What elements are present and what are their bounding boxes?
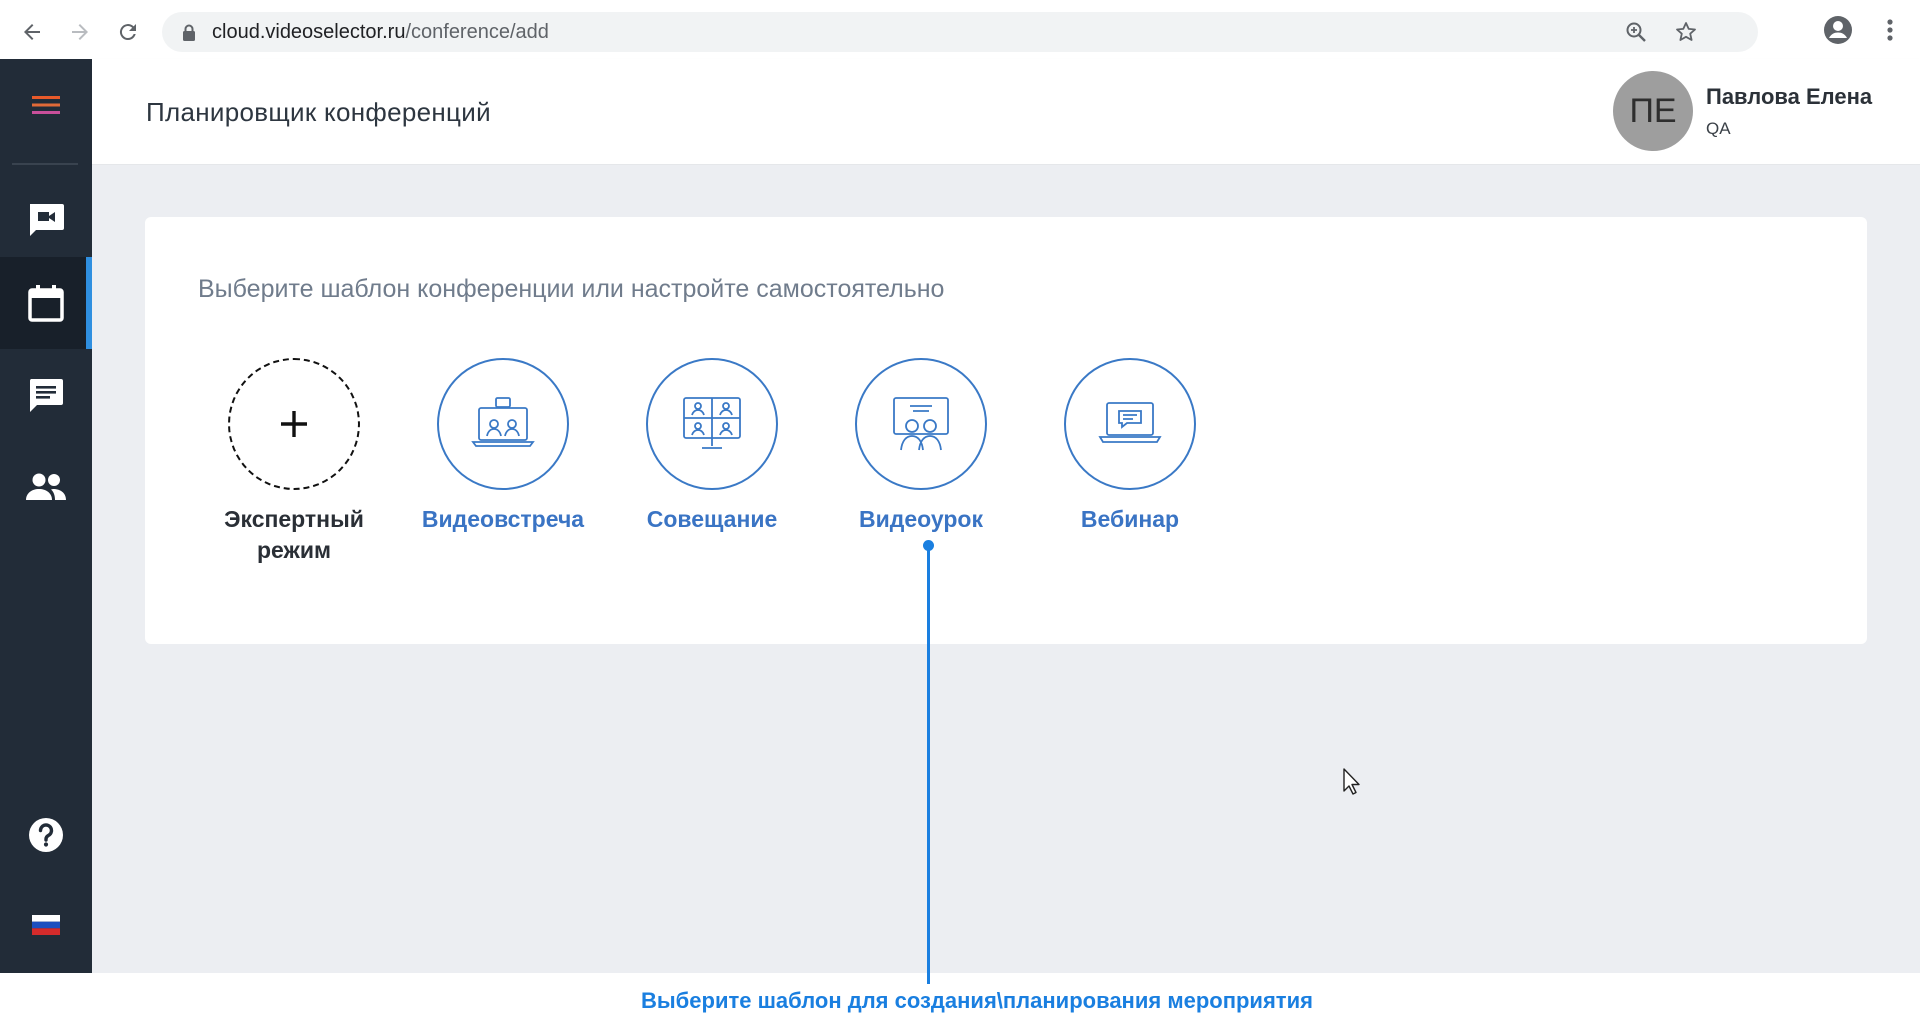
bookmark-star-icon[interactable] [1674, 20, 1698, 49]
russian-flag-icon[interactable] [0, 879, 92, 971]
user-name[interactable]: Павлова Елена [1706, 84, 1872, 110]
app-header: Планировщик конференций ПЕ Павлова Елена… [92, 59, 1920, 165]
annotation-text: Выберите шаблон для создания\планировани… [641, 988, 1313, 1013]
annotation-line [927, 544, 930, 984]
url-text: cloud.videoselector.ru/conference/add [212, 21, 549, 43]
template-label[interactable]: Видеоурок [859, 504, 983, 535]
back-icon[interactable] [14, 14, 50, 50]
calendar-icon[interactable] [0, 257, 92, 349]
card-title: Выберите шаблон конференции или настройт… [198, 275, 945, 303]
forward-icon[interactable] [62, 14, 98, 50]
zoom-icon[interactable] [1624, 20, 1648, 49]
video-chat-icon[interactable] [0, 174, 92, 266]
reload-icon[interactable] [110, 14, 146, 50]
chat-icon[interactable] [0, 349, 92, 441]
screen-lesson-icon[interactable] [855, 358, 987, 490]
template-label[interactable]: Экспертный режим [194, 504, 394, 566]
account-icon[interactable] [1822, 14, 1854, 51]
mouse-cursor-icon [1343, 768, 1363, 801]
template-label[interactable]: Видеовстреча [422, 504, 584, 535]
monitor-grid-meeting-icon[interactable] [646, 358, 778, 490]
laptop-webinar-icon[interactable] [1064, 358, 1196, 490]
template-label[interactable]: Совещание [647, 504, 778, 535]
template-meeting[interactable]: Совещание [612, 358, 812, 535]
template-video-meeting[interactable]: Видеовстреча [403, 358, 603, 535]
avatar[interactable]: ПЕ [1613, 71, 1693, 151]
template-video-lesson[interactable]: Видеоурок [821, 358, 1021, 535]
sidebar-divider [12, 163, 78, 165]
help-icon[interactable] [0, 789, 92, 881]
people-icon[interactable] [0, 441, 92, 533]
browser-toolbar: cloud.videoselector.ru/conference/add [0, 0, 1920, 59]
template-label[interactable]: Вебинар [1081, 504, 1179, 535]
main-content: Выберите шаблон конференции или настройт… [92, 165, 1920, 973]
template-webinar[interactable]: Вебинар [1030, 358, 1230, 535]
template-card: Выберите шаблон конференции или настройт… [145, 217, 1867, 644]
sidebar [0, 59, 92, 973]
more-vert-icon[interactable] [1874, 14, 1906, 51]
lock-icon [182, 24, 196, 46]
user-role: QA [1706, 119, 1731, 138]
plus-icon[interactable] [228, 358, 360, 490]
address-bar[interactable]: cloud.videoselector.ru/conference/add [162, 12, 1758, 52]
template-expert-mode[interactable]: Экспертный режим [194, 358, 394, 566]
hamburger-icon[interactable] [0, 59, 92, 151]
laptop-video-meeting-icon[interactable] [437, 358, 569, 490]
page-title: Планировщик конференций [146, 97, 491, 127]
